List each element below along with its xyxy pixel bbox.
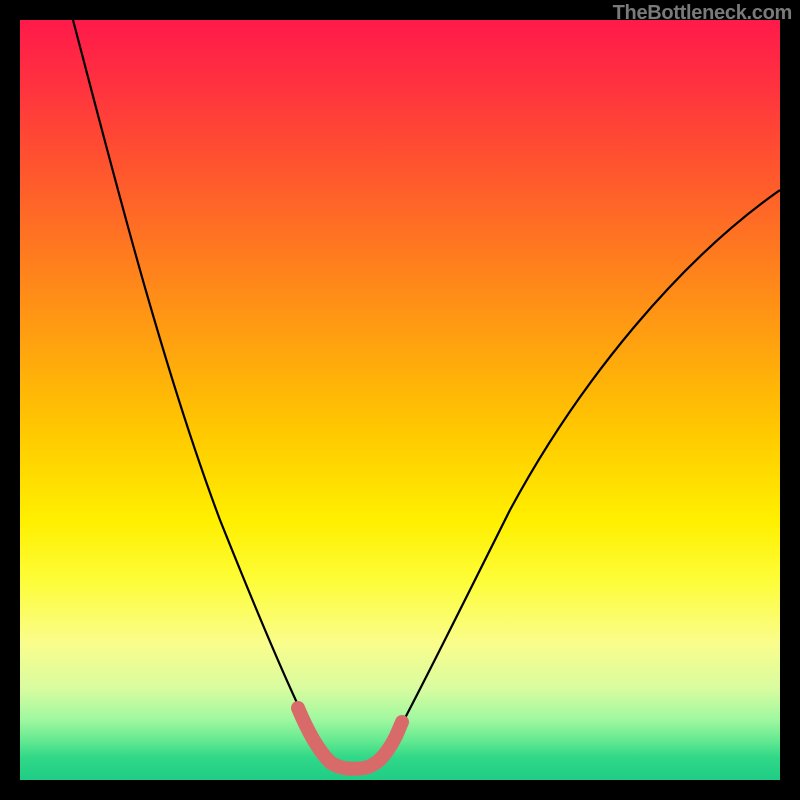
optimal-zone-highlight: [298, 708, 402, 769]
chart-gradient-background: [20, 20, 780, 780]
bottleneck-chart: [20, 20, 780, 780]
watermark-text: TheBottleneck.com: [613, 2, 792, 25]
curve-right: [388, 190, 780, 750]
curve-left: [73, 20, 320, 750]
